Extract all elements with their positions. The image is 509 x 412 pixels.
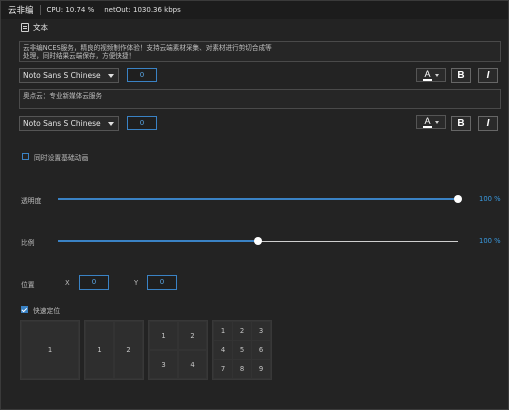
divider	[39, 5, 41, 15]
layout-cell: 5	[232, 340, 252, 360]
quick-position-label: 快速定位	[33, 307, 61, 315]
layout-cell: 1	[85, 321, 114, 379]
x-input[interactable]: 0	[79, 275, 109, 290]
cpu-usage: CPU: 10.74 %	[46, 6, 95, 14]
layout-cell: 1	[149, 321, 178, 350]
sync-animation-label: 同时设置基础动画	[34, 154, 89, 162]
y-input[interactable]: 0	[147, 275, 177, 290]
scale-value: 100 %	[479, 237, 501, 245]
layout-cell: 2	[114, 321, 143, 379]
chevron-down-icon	[108, 121, 114, 126]
layout-cell: 1	[21, 321, 79, 379]
font-color-button-1[interactable]: A	[416, 68, 446, 82]
scale-label: 比例	[21, 239, 35, 247]
app-title: 云非编	[8, 6, 34, 16]
text-input-1[interactable]: 云非编NCES服务，精良的视频制作体验！支持云端素材采集、对素材进行剪切合成等 …	[19, 41, 501, 62]
position-label: 位置	[21, 281, 35, 289]
layout-option-1[interactable]: 1	[20, 320, 80, 380]
layout-cell: 3	[149, 350, 178, 379]
layout-cell: 2	[178, 321, 207, 350]
font-color-icon: A	[423, 68, 432, 81]
chevron-down-icon	[108, 73, 114, 78]
layout-cell: 4	[178, 350, 207, 379]
opacity-slider-fill	[58, 198, 458, 200]
layout-cell: 1	[213, 321, 233, 341]
font-size-input-1[interactable]: 0	[127, 68, 157, 82]
layout-cell: 4	[213, 340, 233, 360]
scale-slider-fill	[58, 240, 258, 242]
font-select-value: Noto Sans S Chinese	[23, 119, 101, 128]
layout-option-3[interactable]: 1 2 3 4	[148, 320, 208, 380]
network-out: netOut: 1030.36 kbps	[104, 6, 181, 14]
chevron-down-icon	[434, 120, 439, 124]
layout-cell: 9	[251, 359, 271, 379]
status-bar: 云非编 CPU: 10.74 % netOut: 1030.36 kbps	[1, 1, 508, 19]
layout-cell: 8	[232, 359, 252, 379]
layout-cell: 3	[251, 321, 271, 341]
bold-button-2[interactable]: B	[451, 116, 471, 131]
font-select-1[interactable]: Noto Sans S Chinese	[19, 68, 119, 83]
layout-cell: 6	[251, 340, 271, 360]
y-label: Y	[134, 279, 139, 287]
italic-button-2[interactable]: I	[478, 116, 498, 131]
font-select-value: Noto Sans S Chinese	[23, 71, 101, 80]
layout-cell: 7	[213, 359, 233, 379]
font-color-icon: A	[423, 115, 432, 128]
editor-panel: 云非编 CPU: 10.74 % netOut: 1030.36 kbps 文本…	[0, 0, 509, 410]
font-color-button-2[interactable]: A	[416, 115, 446, 129]
opacity-label: 透明度	[21, 197, 42, 205]
opacity-value: 100 %	[479, 195, 501, 203]
section-title: 文本	[33, 23, 48, 32]
layout-option-2[interactable]: 1 2	[84, 320, 144, 380]
bold-button-1[interactable]: B	[451, 68, 471, 83]
text-input-2[interactable]: 奥点云：专业新媒体云服务	[19, 89, 501, 109]
layout-cell: 2	[232, 321, 252, 341]
layout-option-4[interactable]: 1 2 3 4 5 6 7 8 9	[212, 320, 272, 380]
font-select-2[interactable]: Noto Sans S Chinese	[19, 116, 119, 131]
quick-position-checkbox[interactable]	[21, 306, 28, 313]
scale-slider-handle[interactable]	[254, 237, 262, 245]
italic-button-1[interactable]: I	[478, 68, 498, 83]
x-label: X	[65, 279, 70, 287]
opacity-slider-handle[interactable]	[454, 195, 462, 203]
document-icon	[21, 23, 29, 32]
font-size-input-2[interactable]: 0	[127, 116, 157, 130]
chevron-down-icon	[434, 73, 439, 77]
section-header: 文本	[21, 22, 48, 33]
sync-animation-checkbox[interactable]	[22, 153, 29, 160]
